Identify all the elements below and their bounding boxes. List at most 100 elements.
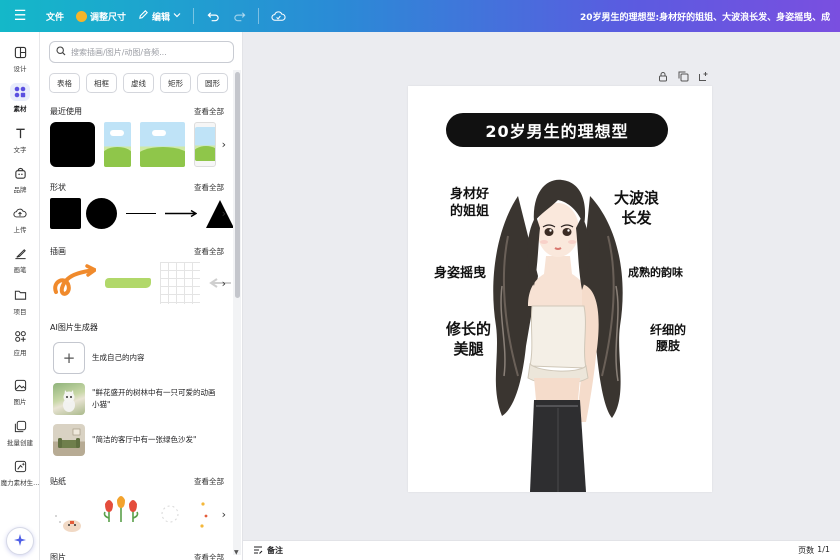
chip-table[interactable]: 表格	[49, 73, 80, 93]
ai-generate-own-item[interactable]: + 生成自己的内容	[53, 342, 222, 374]
edit-mode-label: 编辑	[152, 12, 171, 23]
cute-creature-sticker[interactable]	[50, 492, 90, 536]
stickers-title: 贴纸	[50, 477, 66, 486]
apps-icon	[11, 327, 29, 345]
rail-item-magic-media[interactable]: 魔力素材生...	[0, 457, 40, 487]
plus-icon: +	[53, 342, 85, 374]
photos-see-all-link[interactable]: 查看全部	[194, 552, 224, 560]
notes-button[interactable]: 备注	[253, 545, 283, 557]
toolbar-divider	[258, 8, 260, 24]
resize-button[interactable]: 调整尺寸	[70, 4, 132, 28]
label-posture[interactable]: 身姿摇曳	[434, 265, 486, 282]
kitten-thumbnail	[53, 383, 85, 415]
arrow-line-shape[interactable]	[165, 198, 198, 229]
ai-assistant-button[interactable]	[6, 527, 34, 555]
rail-item-photos[interactable]: 图片	[0, 376, 40, 406]
chevron-right-icon[interactable]: ›	[222, 207, 226, 220]
chevron-right-icon[interactable]: ›	[222, 277, 226, 290]
rail-item-elements[interactable]: 素材	[0, 83, 40, 113]
sparkle-dots-sticker[interactable]	[152, 492, 188, 536]
line-shape[interactable]	[126, 198, 156, 229]
lock-icon[interactable]	[656, 69, 670, 83]
label-waist-line2: 腰肢	[656, 339, 681, 353]
recent-header: 最近使用 查看全部	[50, 106, 224, 117]
circle-shape[interactable]	[86, 198, 117, 229]
shapes-title: 形状	[50, 183, 66, 192]
add-page-icon[interactable]	[696, 69, 710, 83]
recent-landscape-small[interactable]	[104, 122, 131, 167]
label-body-line2: 的姐姐	[450, 204, 490, 219]
chip-dashed-line[interactable]: 虚线	[123, 73, 154, 93]
menu-icon[interactable]: ☰	[0, 8, 40, 24]
canvas-area[interactable]: 20岁男生的理想型 身材好 的姐姐 大波浪 长发 身姿摇曳 成熟的韵味 修长的 …	[243, 32, 840, 540]
recent-row	[50, 122, 216, 167]
brush-icon	[11, 244, 29, 262]
pages-label: 页数	[798, 546, 815, 555]
rail-label: 文字	[13, 146, 27, 154]
chip-rectangle[interactable]: 矩形	[160, 73, 191, 93]
ai-generator-header: AI图片生成器	[50, 322, 224, 333]
scroll-down-icon[interactable]: ▼	[234, 549, 239, 556]
rail-label: 品牌	[13, 186, 27, 194]
label-legs[interactable]: 修长的 美腿	[446, 319, 491, 359]
label-waist[interactable]: 纤细的 腰肢	[650, 322, 686, 354]
stickers-see-all-link[interactable]: 查看全部	[194, 476, 224, 487]
search-input[interactable]	[71, 47, 221, 57]
elements-panel: 表格 相框 虚线 矩形 圆形 › 最近使用 查看全部 › 形状 查看全部	[40, 32, 243, 560]
rail-item-upload[interactable]: 上传	[0, 204, 40, 234]
label-waist-line1: 纤细的	[650, 323, 687, 337]
rail-item-text[interactable]: 文字	[0, 124, 40, 154]
design-title[interactable]: 20岁男生的理想型	[446, 113, 668, 147]
rail-label: 图片	[13, 398, 27, 406]
rail-item-bulk-create[interactable]: 批量创建	[0, 417, 40, 447]
stickers-row	[50, 492, 213, 536]
folder-icon	[11, 286, 29, 304]
design-page[interactable]: 20岁男生的理想型 身材好 的姐姐 大波浪 长发 身姿摇曳 成熟的韵味 修长的 …	[408, 86, 712, 492]
photos-title: 图片	[50, 553, 66, 560]
tulips-sticker[interactable]	[99, 492, 143, 536]
document-title[interactable]: 20岁男生的理想型:身材好的姐姐、大波浪长发、身姿摇曳、成熟...	[580, 0, 830, 32]
label-hair[interactable]: 大波浪 长发	[614, 188, 659, 228]
chevron-right-icon[interactable]: ›	[222, 508, 226, 521]
search-box[interactable]	[49, 41, 234, 63]
ai-kitten-prompt-item[interactable]: "鲜花盛开的树林中有一只可爱的动画小猫"	[53, 383, 222, 415]
chip-frame[interactable]: 相框	[86, 73, 117, 93]
ai-sofa-prompt-item[interactable]: "简洁的客厅中有一张绿色沙发"	[53, 424, 222, 456]
rail-item-brush[interactable]: 画笔	[0, 244, 40, 274]
orange-swirl-arrow-illustration[interactable]	[50, 262, 99, 304]
chip-circle[interactable]: 圆形	[197, 73, 228, 93]
illustrations-see-all-link[interactable]: 查看全部	[194, 246, 224, 257]
image-icon	[11, 376, 29, 394]
cloud-sync-icon[interactable]	[265, 4, 291, 28]
label-body[interactable]: 身材好 的姐姐	[450, 186, 489, 220]
gray-arrow-illustration[interactable]	[209, 262, 231, 304]
recent-see-all-link[interactable]: 查看全部	[194, 106, 224, 117]
recent-landscape-large[interactable]	[140, 122, 185, 167]
grid-paper-illustration[interactable]	[160, 262, 200, 304]
page-count-button[interactable]: 页数 1/1	[798, 545, 830, 556]
edit-mode-button[interactable]: 编辑	[132, 4, 187, 28]
yellow-dots-sticker[interactable]	[197, 492, 213, 536]
label-charm[interactable]: 成熟的韵味	[628, 264, 683, 281]
panel-scrollbar-thumb[interactable]	[235, 72, 240, 298]
rail-label: 项目	[13, 308, 27, 316]
recent-black-square[interactable]	[50, 122, 95, 167]
shapes-see-all-link[interactable]: 查看全部	[194, 182, 224, 193]
ai-item-text: 生成自己的内容	[92, 353, 145, 362]
triangle-shape[interactable]	[206, 198, 234, 229]
magic-media-icon	[11, 457, 29, 475]
square-shape[interactable]	[50, 198, 81, 229]
rail-item-design[interactable]: 设计	[0, 43, 40, 73]
rail-label: 魔力素材生...	[0, 479, 40, 487]
chevron-right-icon[interactable]: ›	[222, 138, 226, 151]
rail-item-projects[interactable]: 项目	[0, 286, 40, 316]
rail-item-brand[interactable]: 品牌	[0, 164, 40, 194]
undo-icon[interactable]	[200, 4, 226, 28]
redo-icon[interactable]	[226, 4, 252, 28]
duplicate-page-icon[interactable]	[676, 69, 690, 83]
green-brush-stroke-illustration[interactable]	[105, 262, 151, 304]
rail-item-apps[interactable]: 应用	[0, 327, 40, 357]
illustrations-title: 插画	[50, 247, 66, 256]
recent-landscape-frame[interactable]	[194, 122, 216, 167]
file-menu-button[interactable]: 文件	[40, 4, 70, 28]
